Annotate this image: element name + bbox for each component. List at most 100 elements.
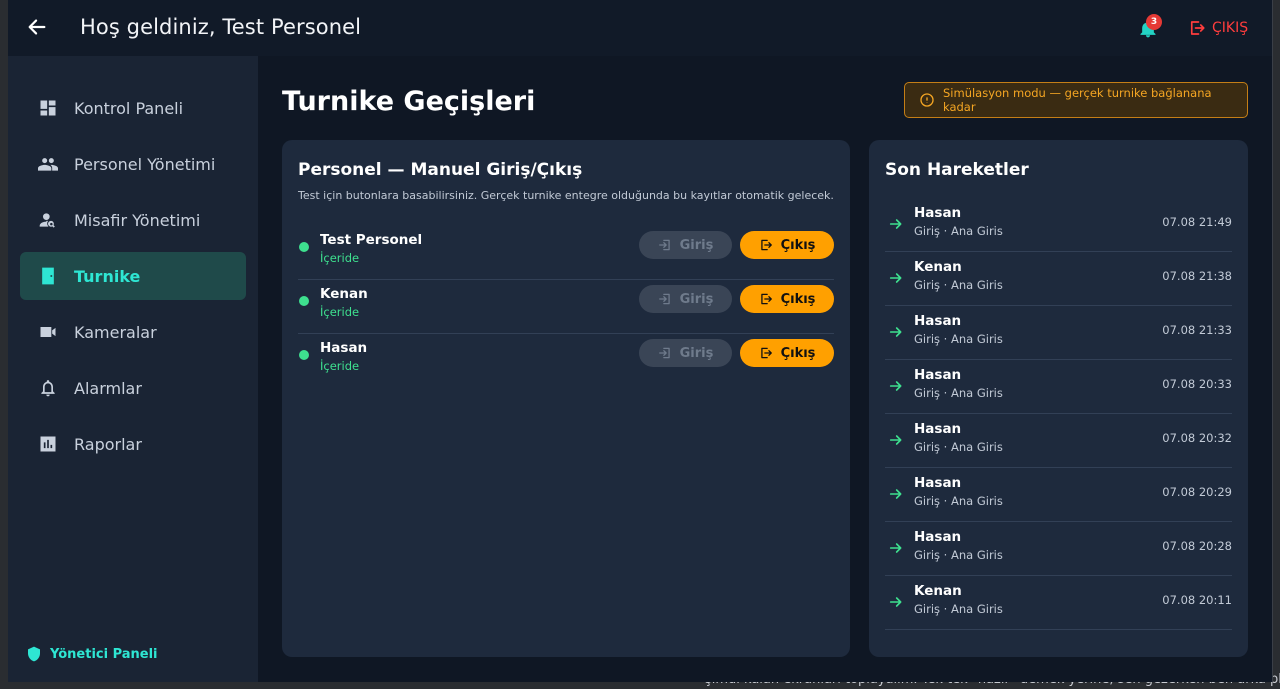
back-arrow-icon[interactable] [26,16,48,38]
sidebar-item-label: Kontrol Paneli [74,98,184,118]
sidebar: Kontrol Paneli Personel Yönetimi Misafir… [8,56,258,682]
status-dot [299,242,309,252]
sidebar-item-raporlar[interactable]: Raporlar [20,420,246,468]
person-row: Hasan İçeride Giriş Çıkış [298,334,834,388]
exit-button[interactable]: Çıkış [740,231,834,259]
logout-icon [1190,21,1205,35]
admin-shield-icon [28,646,40,662]
list-item: Hasan Giriş · Ana Giris 07.08 20:28 [885,522,1232,576]
movement-detail: Giriş · Ana Giris [914,440,1003,454]
arrow-right-icon [889,597,902,607]
movement-detail: Giriş · Ana Giris [914,602,1003,616]
movement-name: Hasan [914,529,962,545]
person-status: İçeride [320,251,360,265]
list-item: Hasan Giriş · Ana Giris 07.08 20:33 [885,360,1232,414]
sidebar-item-turnike[interactable]: Turnike [20,252,246,300]
login-icon [658,239,670,251]
list-item: Hasan Giriş · Ana Giris 07.08 21:33 [885,306,1232,360]
sidebar-item-kameralar[interactable]: Kameralar [20,308,246,356]
movement-time: 07.08 20:28 [1162,539,1232,553]
entry-button[interactable]: Giriş [639,339,732,367]
list-item: Hasan Giriş · Ana Giris 07.08 20:29 [885,468,1232,522]
exit-button-label: Çıkış [780,291,816,307]
app-window: Hoş geldiniz, Test Personel 3 ÇIKIŞ Kont… [8,0,1273,682]
movement-detail: Giriş · Ana Giris [914,278,1003,292]
sidebar-item-personel-yonetimi[interactable]: Personel Yönetimi [20,140,246,188]
logout-icon [760,239,772,251]
movement-time: 07.08 20:29 [1162,485,1232,499]
sidebar-item-label: Raporlar [74,434,142,454]
entry-button[interactable]: Giriş [639,285,732,313]
top-bar: Hoş geldiniz, Test Personel 3 ÇIKIŞ [8,0,1272,56]
sidebar-item-label: Misafir Yönetimi [74,210,201,230]
sidebar-item-alarmlar[interactable]: Alarmlar [20,364,246,412]
person-status: İçeride [320,305,360,319]
sidebar-item-label: Alarmlar [74,378,142,398]
exit-button-label: Çıkış [780,345,816,361]
status-dot [299,296,309,306]
recent-card-title: Son Hareketler [885,160,1029,180]
movement-name: Hasan [914,313,962,329]
arrow-right-icon [889,435,902,445]
sidebar-item-kontrol-paneli[interactable]: Kontrol Paneli [20,84,246,132]
entry-button-label: Giriş [679,345,714,361]
movement-detail: Giriş · Ana Giris [914,386,1003,400]
movement-time: 07.08 20:11 [1162,593,1232,607]
exit-button[interactable]: Çıkış [740,339,834,367]
sidebar-item-misafir-yonetimi[interactable]: Misafir Yönetimi [20,196,246,244]
movement-detail: Giriş · Ana Giris [914,332,1003,346]
entry-button[interactable]: Giriş [639,231,732,259]
list-item: Kenan Giriş · Ana Giris 07.08 20:11 [885,576,1232,630]
movement-detail: Giriş · Ana Giris [914,494,1003,508]
movement-time: 07.08 21:33 [1162,323,1232,337]
person-status: İçeride [320,359,360,373]
person-search-icon [39,213,55,228]
arrow-right-icon [889,489,902,499]
manual-entry-card: Personel — Manuel Giriş/Çıkış Test için … [282,140,850,657]
admin-panel-link[interactable]: Yönetici Paneli [26,646,158,662]
movement-time: 07.08 21:38 [1162,269,1232,283]
person-row: Test Personel İçeride Giriş Çıkış [298,226,834,280]
dashboard-icon [40,100,56,116]
recent-movements-card: Son Hareketler Hasan Giriş · Ana Giris 0… [869,140,1248,657]
videocam-icon [40,327,56,337]
exit-button[interactable]: Çıkış [740,285,834,313]
sidebar-item-label: Turnike [74,266,141,286]
page-title: Turnike Geçişleri [282,86,536,117]
arrow-right-icon [889,273,902,283]
info-icon [920,93,934,107]
arrow-right-icon [889,327,902,337]
notification-badge: 3 [1146,14,1162,30]
list-item: Kenan Giriş · Ana Giris 07.08 21:38 [885,252,1232,306]
status-dot [299,350,309,360]
simulation-banner: Simülasyon modu — gerçek turnike bağlana… [904,82,1248,118]
movement-name: Hasan [914,475,962,491]
entry-button-label: Giriş [679,291,714,307]
movement-time: 07.08 20:33 [1162,377,1232,391]
movement-name: Hasan [914,367,962,383]
exit-button-label: Çıkış [780,237,816,253]
arrow-right-icon [889,381,902,391]
list-item: Hasan Giriş · Ana Giris 07.08 21:49 [885,198,1232,252]
movement-name: Hasan [914,421,962,437]
logout-button[interactable]: ÇIKIŞ [1188,19,1248,37]
arrow-right-icon [889,543,902,553]
person-name: Test Personel [320,232,423,248]
sidebar-item-label: Personel Yönetimi [74,154,216,174]
simulation-banner-text: Simülasyon modu — gerçek turnike bağlana… [943,86,1212,114]
bell-icon [41,380,55,397]
manual-card-title: Personel — Manuel Giriş/Çıkış [298,160,583,180]
movement-time: 07.08 20:32 [1162,431,1232,445]
logout-label: ÇIKIŞ [1212,20,1249,36]
movement-time: 07.08 21:49 [1162,215,1232,229]
person-name: Kenan [320,286,368,302]
entry-button-label: Giriş [679,237,714,253]
bar-chart-icon [40,436,56,452]
sidebar-item-label: Kameralar [74,322,157,342]
logout-icon [760,347,772,359]
person-name: Hasan [320,340,368,356]
arrow-right-icon [889,219,902,229]
person-row: Kenan İçeride Giriş Çıkış [298,280,834,334]
movement-detail: Giriş · Ana Giris [914,548,1003,562]
welcome-title: Hoş geldiniz, Test Personel [80,15,362,39]
